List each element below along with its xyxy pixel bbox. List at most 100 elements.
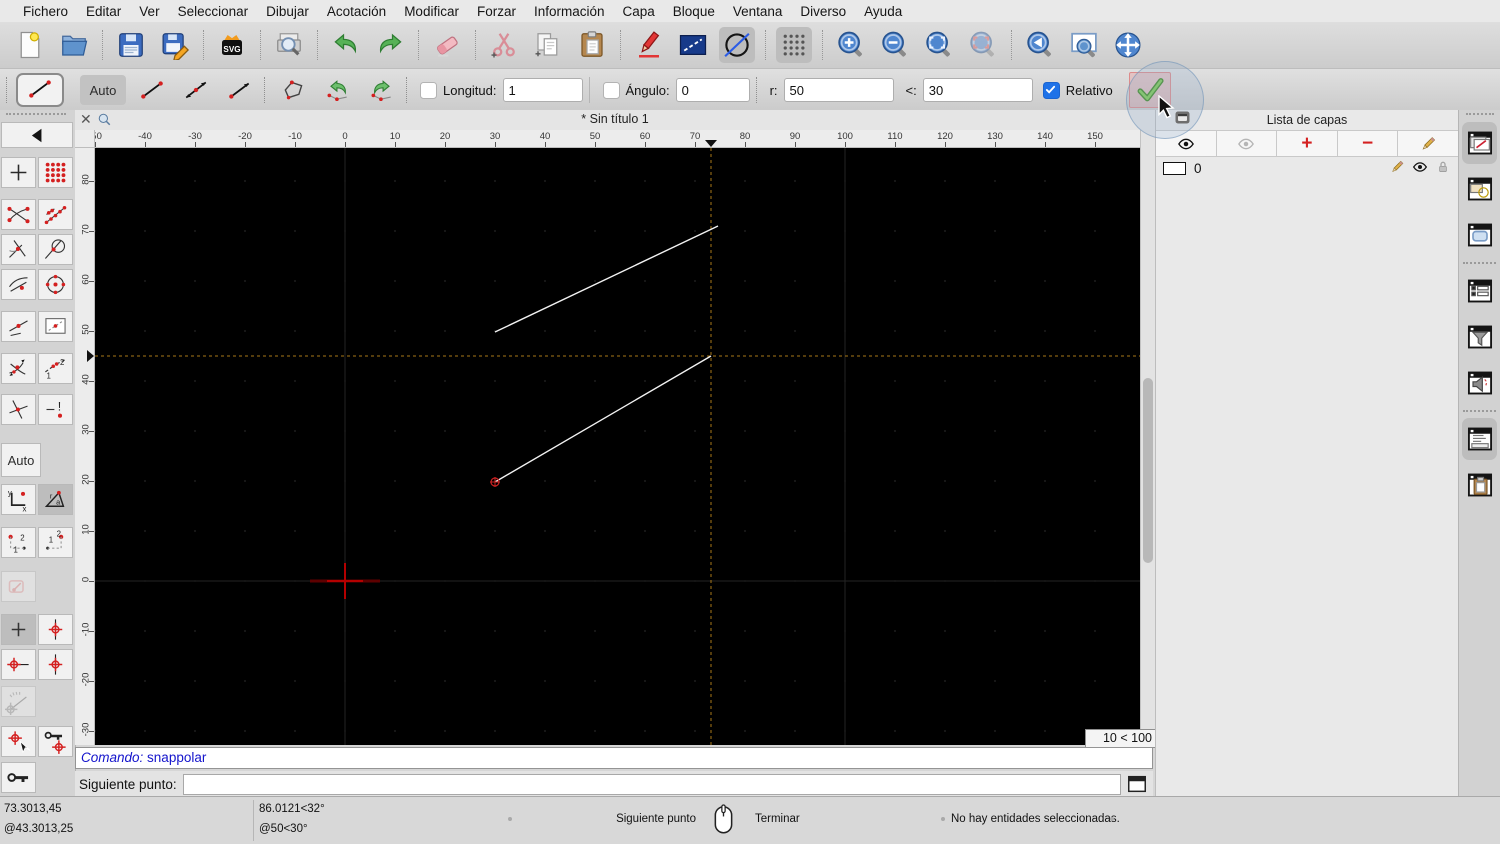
current-tool-line[interactable] (16, 73, 64, 107)
menu-item[interactable]: Forzar (468, 4, 525, 19)
snap-intersection-manual-button[interactable]: 12 (38, 353, 73, 384)
command-input[interactable] (182, 773, 1121, 795)
snap-grid-button[interactable] (38, 157, 73, 188)
command-dock-button[interactable] (1126, 774, 1148, 794)
menu-item[interactable]: Modificar (395, 4, 468, 19)
remove-layer-button[interactable]: − (1338, 131, 1399, 156)
vertical-scrollbar[interactable] (1140, 130, 1155, 745)
polyline-undo-button[interactable] (320, 75, 356, 105)
longitud-input[interactable] (502, 78, 583, 102)
line-mode-auto-button[interactable]: Auto (80, 75, 126, 105)
coord-cartesian-button[interactable]: yx (1, 484, 36, 515)
zoom-out-button[interactable] (877, 27, 913, 63)
angulo-input[interactable] (675, 78, 750, 102)
polar-angle-input[interactable] (922, 78, 1033, 102)
dock-filter-button[interactable] (1462, 316, 1497, 358)
print-preview-button[interactable] (271, 27, 307, 63)
visibility-off-button[interactable] (1217, 131, 1278, 156)
entity-attributes-button[interactable] (719, 27, 755, 63)
set-relative-zero-button[interactable] (1, 726, 36, 757)
redo-button[interactable] (372, 27, 408, 63)
scrollbar-thumb[interactable] (1143, 378, 1153, 563)
zoom-selected-button[interactable] (965, 27, 1001, 63)
snap-endpoint-button[interactable] (1, 199, 36, 230)
dock-grip[interactable] (1466, 113, 1494, 115)
back-arrow-button[interactable] (1, 122, 73, 148)
erase-button[interactable] (429, 27, 465, 63)
radius-input[interactable] (783, 78, 894, 102)
export-svg-button[interactable]: SVG (214, 27, 250, 63)
snap-middle-button[interactable] (1, 311, 36, 342)
layer-lock-button[interactable] (1435, 159, 1451, 178)
save-as-button[interactable] (157, 27, 193, 63)
relativo-checkbox[interactable] (1042, 81, 1060, 99)
lock-key-button[interactable] (1, 762, 36, 793)
menu-item[interactable]: Diverso (791, 4, 855, 19)
polyline-close-button[interactable] (276, 75, 312, 105)
menu-item[interactable]: Seleccionar (169, 4, 258, 19)
coord-polar-button[interactable]: ra (38, 484, 73, 515)
angulo-checkbox[interactable] (602, 81, 620, 99)
new-document-button[interactable] (12, 27, 48, 63)
menu-item[interactable]: Capa (614, 4, 664, 19)
drawing-canvas[interactable] (94, 148, 1140, 745)
restrict-nothing-button[interactable] (1, 614, 36, 645)
visibility-on-button[interactable] (1156, 131, 1217, 156)
line-attributes-button[interactable] (675, 27, 711, 63)
auto-snap-button[interactable]: Auto (1, 443, 41, 477)
paste-button[interactable] (574, 27, 610, 63)
restrict-vertical-button[interactable] (38, 649, 73, 680)
menu-item[interactable]: Editar (77, 4, 130, 19)
order-21-button[interactable]: 12 (38, 527, 73, 558)
snap-center-button[interactable] (1, 269, 36, 300)
zoom-window-button[interactable] (1066, 27, 1102, 63)
menu-item[interactable]: Ver (130, 4, 168, 19)
dock-command-line-button[interactable] (1462, 418, 1497, 460)
menu-item[interactable]: Acotación (318, 4, 395, 19)
snap-distance-button[interactable] (38, 311, 73, 342)
zoom-pan-button[interactable] (1110, 27, 1146, 63)
snap-exclusive-button[interactable]: ! (38, 394, 73, 425)
dock-layer-list-button[interactable] (1462, 122, 1497, 164)
line-both-directions-button[interactable] (178, 75, 214, 105)
menu-item[interactable]: Dibujar (257, 4, 318, 19)
snap-circle-center-button[interactable] (38, 269, 73, 300)
add-layer-button[interactable]: + (1277, 131, 1338, 156)
layer-row[interactable]: 0 (1156, 157, 1458, 180)
menu-item[interactable]: Ayuda (855, 4, 911, 19)
menu-item[interactable]: Ventana (724, 4, 792, 19)
longitud-checkbox[interactable] (420, 81, 437, 99)
dock-block-list-button[interactable] (1462, 168, 1497, 210)
zoom-auto-button[interactable] (921, 27, 957, 63)
grid-toggle-button[interactable] (776, 27, 812, 63)
restrict-orthogonal-button[interactable] (38, 614, 73, 645)
copy-button[interactable] (530, 27, 566, 63)
line-direction-button[interactable] (222, 75, 258, 105)
pen-attributes-button[interactable] (631, 27, 667, 63)
menu-item[interactable]: Fichero (14, 4, 77, 19)
cut-button[interactable] (486, 27, 522, 63)
menu-item[interactable]: Información (525, 4, 614, 19)
restrict-horizontal-button[interactable] (1, 649, 36, 680)
toolbar-grip[interactable] (6, 77, 7, 103)
dock-library-button[interactable] (1462, 214, 1497, 256)
snap-perpendicular-button[interactable] (1, 234, 36, 265)
lock-relative-zero-button[interactable] (38, 726, 73, 757)
save-button[interactable] (113, 27, 149, 63)
zoom-in-button[interactable] (833, 27, 869, 63)
undo-button[interactable] (328, 27, 364, 63)
polyline-redo-button[interactable] (364, 75, 400, 105)
snap-intersection-auto-button[interactable] (1, 353, 36, 384)
edit-layer-button[interactable] (1398, 131, 1458, 156)
order-12-button[interactable]: 12 (1, 527, 36, 558)
layer-visibility-button[interactable] (1412, 159, 1428, 178)
snap-on-entity-button[interactable] (38, 199, 73, 230)
toolbar-grip[interactable] (6, 113, 66, 115)
open-file-button[interactable] (56, 27, 92, 63)
restrict-indicator-button[interactable] (1, 571, 36, 602)
menu-item[interactable]: Bloque (664, 4, 724, 19)
dock-clipboard-button[interactable] (1462, 464, 1497, 506)
dock-entity-list-button[interactable] (1462, 270, 1497, 312)
layer-edit-button[interactable] (1389, 159, 1405, 178)
line-two-points-button[interactable] (134, 75, 170, 105)
